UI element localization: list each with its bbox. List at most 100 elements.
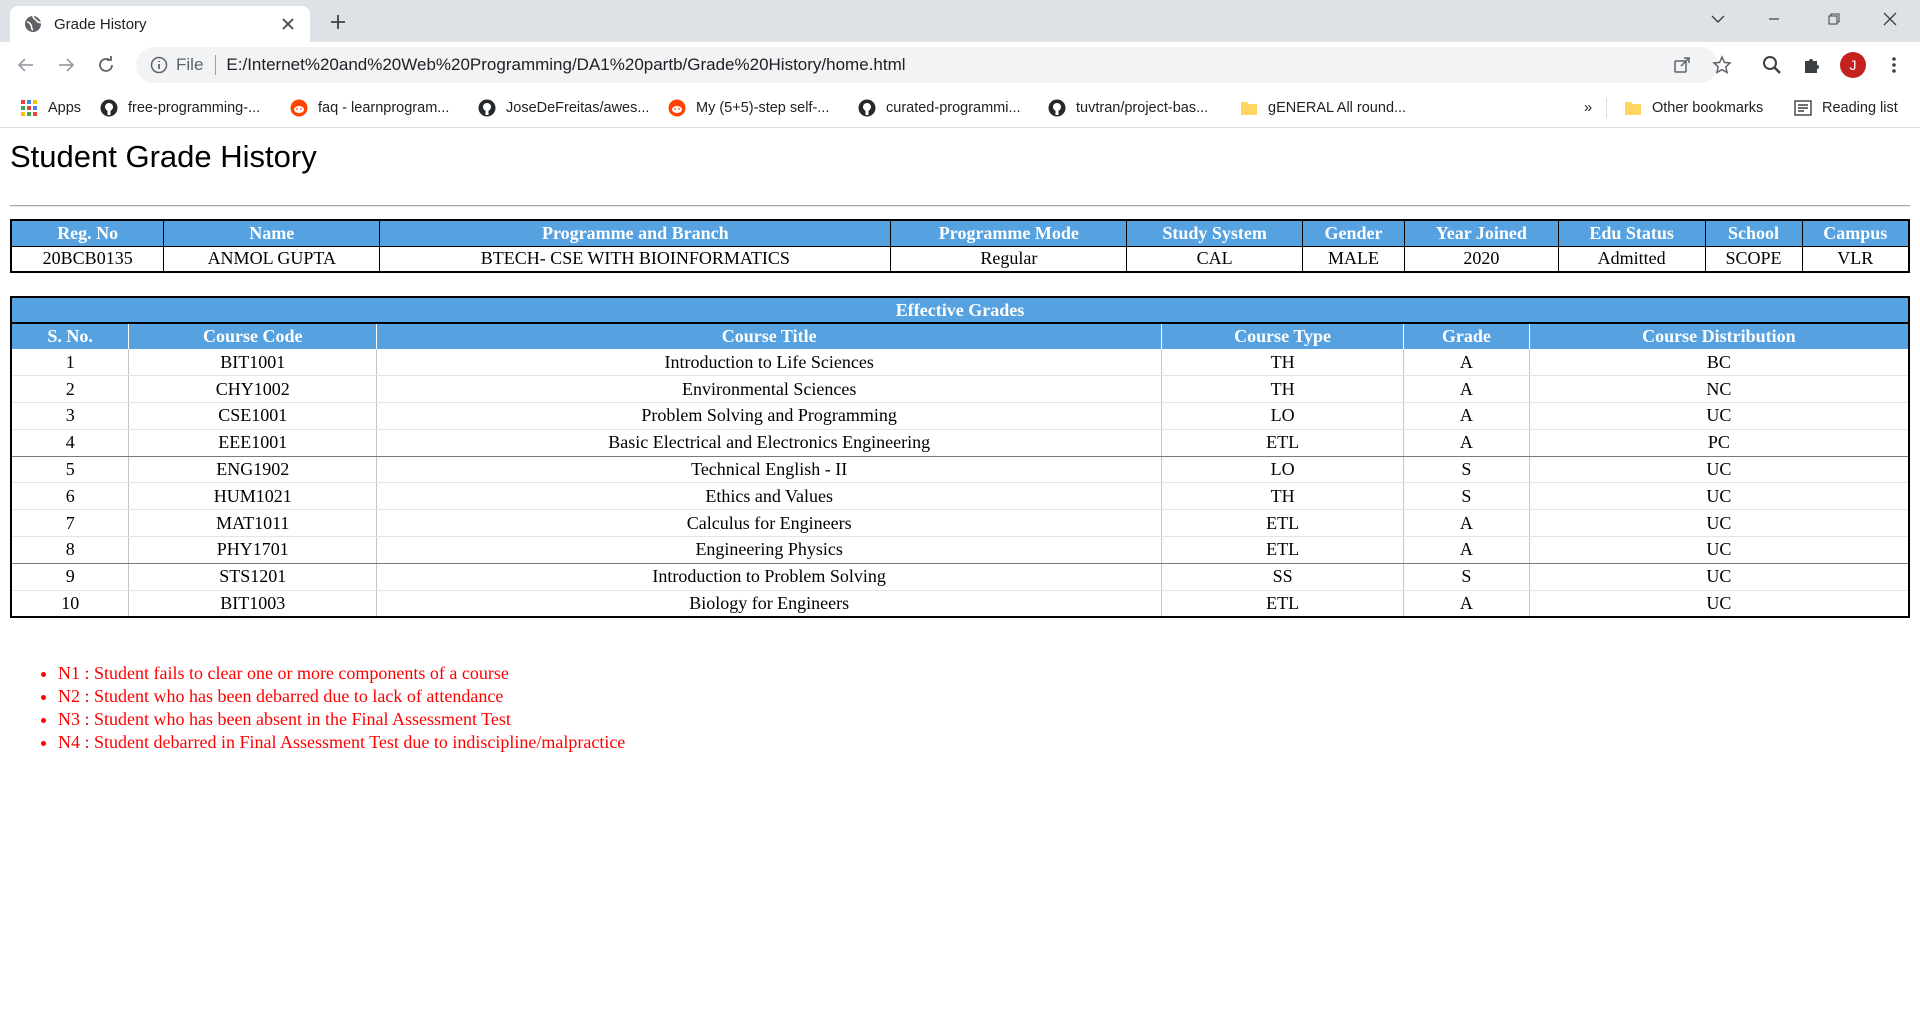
puzzle-icon (1805, 59, 1819, 73)
bookmark-label: tuvtran/project-bas... (1076, 100, 1209, 116)
programme-branch-value: BTECH- CSE WITH BIOINFORMATICS (379, 245, 892, 273)
course-code-cell: BIT1003 (128, 590, 378, 618)
bookmark-tuvtran[interactable]: tuvtran/project-bas... (1048, 96, 1208, 120)
zoom-button[interactable] (1758, 51, 1786, 79)
other-bookmarks-label: Other bookmarks (1652, 100, 1764, 116)
bookmark-my-step-self[interactable]: My (5+5)-step self-... (668, 96, 829, 120)
course-distribution-cell: BC (1528, 349, 1910, 377)
grade-cell: A (1402, 402, 1530, 430)
bookmark-star-button[interactable] (1708, 51, 1736, 79)
edu-status-value: Admitted (1557, 245, 1706, 273)
close-window-button[interactable] (1862, 0, 1918, 38)
bookmark-free-programming[interactable]: free-programming-... (100, 96, 260, 120)
course-code-cell: STS1201 (128, 563, 378, 591)
course-title-cell: Introduction to Problem Solving (376, 563, 1163, 591)
course-title-cell: Biology for Engineers (376, 590, 1163, 618)
header-course-distribution: Course Distribution (1528, 323, 1910, 349)
s-no-cell: 7 (10, 509, 130, 538)
share-button[interactable] (1668, 51, 1696, 79)
course-code-cell: PHY1701 (128, 536, 378, 564)
new-tab-button[interactable] (326, 10, 350, 34)
course-title-cell: Problem Solving and Programming (376, 402, 1163, 430)
year-joined-value: 2020 (1403, 245, 1559, 273)
bookmark-folder-general[interactable]: gENERAL All round... (1240, 96, 1406, 120)
reading-list-button[interactable]: Reading list (1794, 96, 1898, 120)
github-icon (478, 99, 496, 117)
star-icon (1712, 55, 1732, 74)
chevron-down-icon (1711, 15, 1725, 23)
minimize-icon (1769, 18, 1779, 20)
minimize-button[interactable] (1746, 0, 1802, 38)
note-n4: N4 : Student debarred in Final Assessmen… (58, 731, 625, 754)
arrow-right-icon (59, 58, 75, 72)
gender-value: MALE (1302, 245, 1405, 273)
s-no-cell: 6 (10, 482, 130, 511)
course-code-cell: ENG1902 (128, 456, 378, 484)
table-row: 3 CSE1001 Problem Solving and Programmin… (10, 402, 1910, 430)
course-type-cell: SS (1161, 563, 1404, 591)
tab-search-button[interactable] (1690, 0, 1746, 38)
address-bar[interactable]: File E:/Internet%20and%20Web%20Programmi… (136, 47, 1718, 83)
close-tab-icon[interactable] (278, 14, 298, 34)
grade-cell: A (1402, 590, 1530, 618)
course-title-cell: Environmental Sciences (376, 375, 1163, 404)
grade-cell: S (1402, 482, 1530, 511)
course-type-cell: LO (1161, 456, 1404, 484)
grade-cell: S (1402, 563, 1530, 591)
campus-value: VLR (1801, 245, 1910, 273)
table-row: 8 PHY1701 Engineering Physics ETL A UC (10, 536, 1910, 564)
info-icon[interactable] (150, 56, 168, 74)
bookmarks-overflow-button[interactable]: » (1584, 96, 1592, 120)
course-distribution-cell: UC (1528, 563, 1910, 591)
course-distribution-cell: NC (1528, 375, 1910, 404)
arrow-left-icon (17, 58, 33, 72)
course-code-cell: MAT1011 (128, 509, 378, 538)
grade-cell: A (1402, 509, 1530, 538)
header-study-system: Study System (1126, 219, 1303, 247)
reading-list-icon (1794, 99, 1812, 117)
grade-cell: A (1402, 375, 1530, 404)
course-title-cell: Ethics and Values (376, 482, 1163, 511)
bookmark-apps[interactable]: Apps (20, 96, 81, 120)
bookmark-faq-learnprogramming[interactable]: faq - learnprogram... (290, 96, 449, 120)
grade-cell: A (1402, 429, 1530, 457)
forward-button[interactable] (52, 51, 80, 79)
page-title: Student Grade History (10, 139, 317, 174)
header-programme-mode: Programme Mode (890, 219, 1128, 247)
table-row: 4 EEE1001 Basic Electrical and Electroni… (10, 429, 1910, 457)
back-button[interactable] (12, 51, 40, 79)
menu-button[interactable] (1880, 51, 1908, 79)
restore-icon (1828, 13, 1840, 25)
restore-button[interactable] (1806, 0, 1862, 38)
other-bookmarks-folder[interactable]: Other bookmarks (1624, 96, 1763, 120)
s-no-cell: 2 (10, 375, 130, 404)
bookmark-label: My (5+5)-step self-... (696, 100, 830, 116)
url-text[interactable]: E:/Internet%20and%20Web%20Programming/DA… (226, 55, 905, 75)
grades-header-row: S. No. Course Code Course Title Course T… (10, 323, 1910, 349)
school-value: SCOPE (1704, 245, 1803, 273)
profile-avatar[interactable]: J (1840, 52, 1866, 78)
s-no-cell: 5 (10, 456, 130, 484)
course-distribution-cell: UC (1528, 509, 1910, 538)
header-programme-branch: Programme and Branch (379, 219, 892, 247)
header-course-type: Course Type (1161, 323, 1404, 349)
url-scheme: File (176, 55, 204, 74)
reg-no-value: 20BCB0135 (10, 245, 165, 273)
tab-grade-history[interactable]: Grade History (10, 6, 310, 42)
reddit-icon (290, 99, 308, 117)
bookmark-josedefreitas[interactable]: JoseDeFreitas/awes... (478, 96, 649, 120)
course-type-cell: TH (1161, 375, 1404, 404)
reload-icon (99, 56, 113, 72)
header-school: School (1704, 219, 1803, 247)
course-type-cell: LO (1161, 402, 1404, 430)
extensions-button[interactable] (1798, 51, 1826, 79)
course-title-cell: Basic Electrical and Electronics Enginee… (376, 429, 1163, 457)
bookmark-curated-programming[interactable]: curated-programmi... (858, 96, 1021, 120)
reload-button[interactable] (92, 51, 120, 79)
course-type-cell: ETL (1161, 509, 1404, 538)
share-icon (1674, 57, 1690, 73)
grade-cell: S (1402, 456, 1530, 484)
bookmark-label: Apps (48, 100, 82, 116)
note-n1: N1 : Student fails to clear one or more … (58, 662, 625, 685)
omnibox-divider (215, 55, 217, 75)
